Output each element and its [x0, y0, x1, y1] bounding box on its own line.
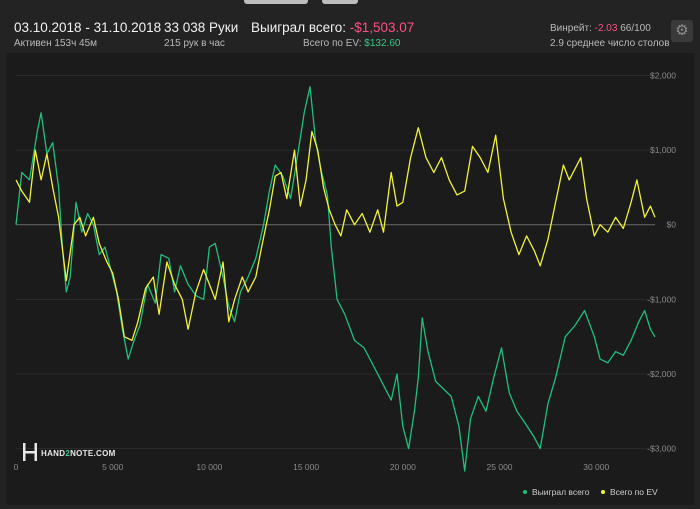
legend-marker-ev: [601, 490, 605, 494]
series-line-won[interactable]: [15, 86, 656, 472]
winrate: Винрейт: -2.03 66/100: [550, 23, 651, 34]
x-tick-label: 5 000: [102, 462, 124, 472]
legend-label-ev[interactable]: Всего по EV: [610, 487, 658, 497]
x-tick-label: 25 000: [487, 462, 513, 472]
ev-total: Всего по EV: $132.60: [303, 38, 400, 49]
svg-text:HAND2NOTE.COM: HAND2NOTE.COM: [41, 449, 116, 458]
winrate-value: -2.03: [594, 23, 618, 34]
x-tick-label: 30 000: [583, 462, 609, 472]
winrate-suffix: 66/100: [620, 23, 651, 34]
x-tick-label: 0: [14, 462, 19, 472]
won-total-value: -$1,503.07: [349, 20, 415, 35]
date-range: 03.10.2018 - 31.10.2018: [14, 20, 162, 35]
y-tick-label: $2,000: [650, 70, 676, 80]
chart: $2,000 $1,000 $0 -$1,000 -$2,000 -$3,000 0 5 0…: [14, 70, 677, 497]
won-total: Выиграл всего: -$1,503.07: [251, 20, 414, 35]
top-tab-indicator[interactable]: [244, 0, 308, 4]
legend: Выиграл всего Всего по EV: [523, 487, 658, 497]
x-tick-label: 15 000: [293, 462, 319, 472]
ev-total-label: Всего по EV:: [303, 38, 362, 49]
gear-icon[interactable]: ⚙: [671, 20, 693, 42]
hands-per-hour: 215 рук в час: [164, 38, 225, 49]
avg-tables: 2.9 среднее число столов: [550, 38, 670, 49]
chart-grid: [16, 75, 655, 450]
legend-marker-won: [523, 490, 527, 494]
ev-total-value: $132.60: [364, 38, 401, 49]
y-tick-label: -$1,000: [647, 294, 676, 304]
x-axis: 0 5 000 10 000 15 000 20 000 25 000 30 000: [14, 462, 610, 472]
won-total-label: Выиграл всего:: [251, 20, 346, 35]
y-axis: $2,000 $1,000 $0 -$1,000 -$2,000 -$3,000: [647, 70, 676, 453]
legend-label-won[interactable]: Выиграл всего: [532, 487, 590, 497]
x-tick-label: 10 000: [196, 462, 222, 472]
active-time: Активен 153ч 45м: [14, 38, 98, 49]
logo-text-left: HAND: [41, 449, 65, 458]
y-tick-label: -$3,000: [647, 444, 676, 454]
top-tab-indicator[interactable]: [322, 0, 358, 4]
logo-text-right: NOTE.COM: [70, 449, 116, 458]
series-line-ev[interactable]: [15, 127, 656, 342]
y-tick-label: $0: [667, 220, 677, 230]
winrate-label: Винрейт:: [550, 23, 592, 34]
y-tick-label: $1,000: [650, 145, 676, 155]
logo: HAND2NOTE.COM: [23, 443, 116, 461]
y-tick-label: -$2,000: [647, 369, 676, 379]
chart-lines: [15, 86, 656, 472]
x-tick-label: 20 000: [390, 462, 416, 472]
chart-panel: $2,000 $1,000 $0 -$1,000 -$2,000 -$3,000 0 5 0…: [6, 53, 694, 505]
hands-count: 33 038 Руки: [164, 20, 239, 35]
